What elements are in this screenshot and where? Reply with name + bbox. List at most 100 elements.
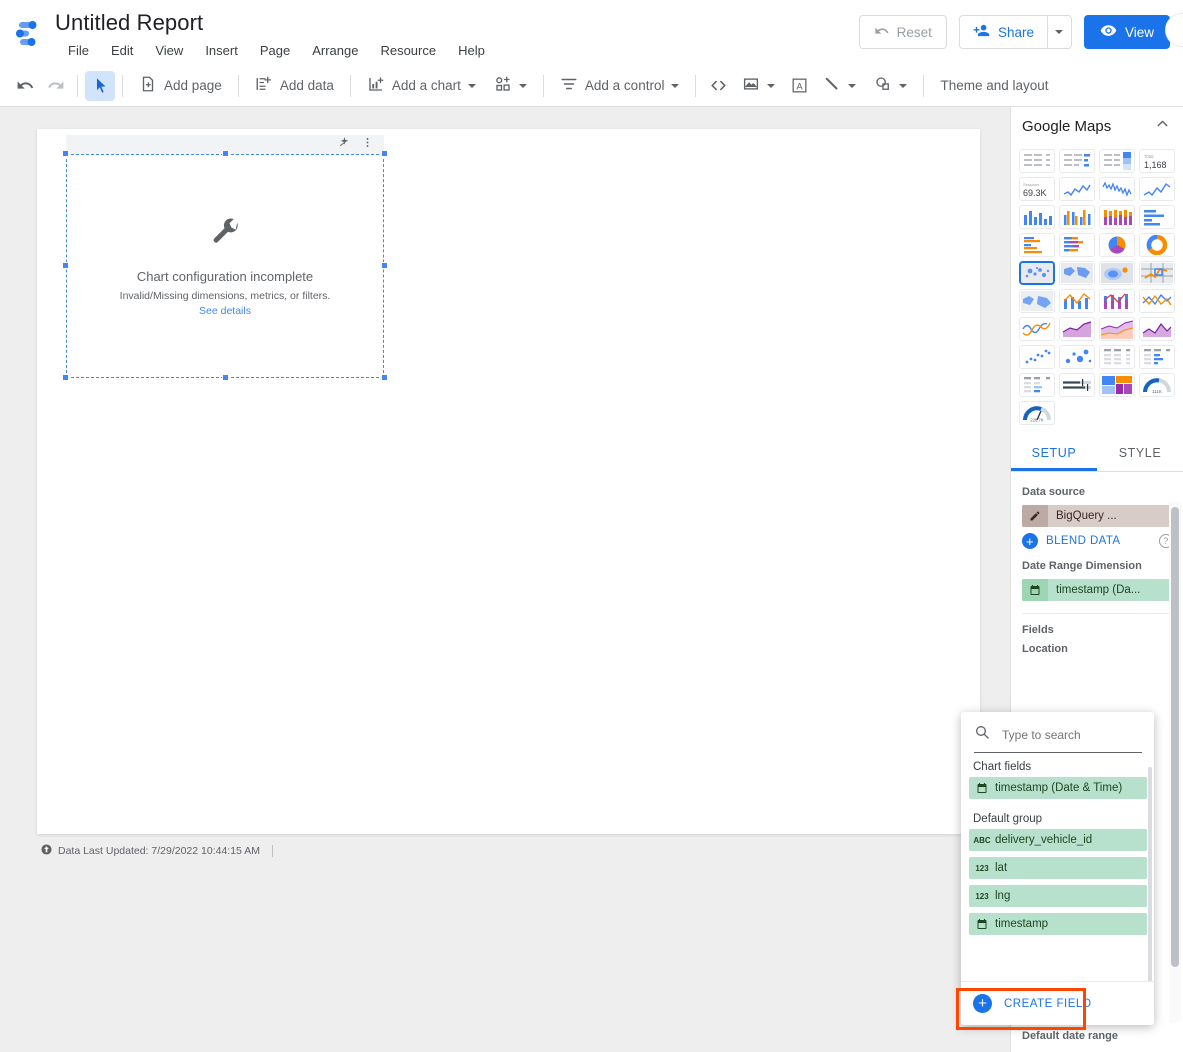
gallery-item-scatter-chart[interactable] xyxy=(1019,345,1055,369)
community-visualization-button[interactable] xyxy=(485,71,536,101)
menu-item-file[interactable]: File xyxy=(57,41,100,60)
gallery-item-scorecard-sessions[interactable]: Sessions 69.3K xyxy=(1019,177,1055,201)
gallery-item-google-maps-heatmap[interactable] xyxy=(1099,261,1135,285)
sparkle-wand-icon[interactable] xyxy=(338,136,351,154)
gallery-item-time-series-line[interactable] xyxy=(1059,177,1095,201)
create-field-button[interactable]: + CREATE FIELD xyxy=(961,981,1154,1025)
reset-button[interactable]: Reset xyxy=(858,15,947,49)
field-item-timestamp-date-time[interactable]: timestamp (Date & Time) xyxy=(969,777,1147,799)
resize-handle-s[interactable] xyxy=(222,374,229,381)
chart-type-panel-header[interactable]: Google Maps xyxy=(1011,107,1183,145)
gallery-item-bullet-chart[interactable] xyxy=(1059,373,1095,397)
undo-button[interactable] xyxy=(10,71,40,101)
theme-and-layout-button[interactable]: Theme and layout xyxy=(931,71,1057,101)
tab-style[interactable]: STYLE xyxy=(1097,435,1183,471)
share-dropdown-button[interactable] xyxy=(1046,16,1071,48)
chevron-up-icon[interactable] xyxy=(1154,115,1171,137)
gallery-item-stacked-area-chart[interactable] xyxy=(1099,317,1135,341)
date-range-dimension-chip[interactable]: timestamp (Da... xyxy=(1022,579,1173,601)
resize-handle-nw[interactable] xyxy=(62,150,69,157)
tab-setup[interactable]: SETUP xyxy=(1011,435,1097,471)
gallery-item-column-chart-grouped[interactable] xyxy=(1059,205,1095,229)
gallery-item-stacked-column-chart[interactable] xyxy=(1099,205,1135,229)
field-item-delivery-vehicle-id[interactable]: ABC delivery_vehicle_id xyxy=(969,829,1147,851)
gallery-item-sparkline[interactable] xyxy=(1139,177,1175,201)
gallery-item-table[interactable] xyxy=(1019,149,1055,173)
gallery-item-combo-stacked-chart[interactable] xyxy=(1099,289,1135,313)
share-button[interactable]: Share xyxy=(959,16,1047,48)
gallery-item-line-chart[interactable] xyxy=(1139,289,1175,313)
blend-data-button[interactable]: + BLEND DATA ? xyxy=(1022,533,1173,549)
resize-handle-se[interactable] xyxy=(381,374,388,381)
pencil-icon[interactable] xyxy=(1022,505,1048,527)
field-item-lat[interactable]: 123 lat xyxy=(969,857,1147,879)
gallery-item-stacked-bar-chart[interactable] xyxy=(1059,233,1095,257)
gallery-item-treemap[interactable] xyxy=(1099,373,1135,397)
menu-item-page[interactable]: Page xyxy=(249,41,301,60)
gallery-item-bar-chart[interactable] xyxy=(1139,205,1175,229)
menu-item-insert[interactable]: Insert xyxy=(194,41,249,60)
resize-handle-e[interactable] xyxy=(381,262,388,269)
resize-handle-w[interactable] xyxy=(62,262,69,269)
gallery-item-bubble-chart[interactable] xyxy=(1059,345,1095,369)
gallery-item-bubble-map[interactable] xyxy=(1019,261,1055,285)
field-search-input[interactable] xyxy=(1000,726,1130,743)
see-details-link[interactable]: See details xyxy=(199,305,251,317)
gallery-item-pivot-table[interactable] xyxy=(1099,345,1135,369)
gallery-item-area-chart[interactable] xyxy=(1059,317,1095,341)
gallery-item-pivot-table-bars[interactable] xyxy=(1139,345,1175,369)
insert-image-button[interactable] xyxy=(733,71,784,101)
more-vert-icon[interactable] xyxy=(361,136,374,154)
insert-shape-button[interactable] xyxy=(865,71,916,101)
gallery-item-filled-map[interactable] xyxy=(1059,261,1095,285)
report-page[interactable]: Chart configuration incomplete Invalid/M… xyxy=(37,129,980,834)
insert-line-button[interactable] xyxy=(814,71,865,101)
line-icon xyxy=(823,75,841,96)
insert-text-button[interactable]: A xyxy=(784,71,814,101)
gallery-item-time-series-multi[interactable] xyxy=(1099,177,1135,201)
gallery-item-gauge-22874[interactable]: 228.7K xyxy=(1019,401,1055,425)
add-page-button[interactable]: Add page xyxy=(130,71,231,101)
data-source-chip[interactable]: BigQuery ... xyxy=(1022,505,1173,527)
field-picker-popup[interactable]: Chart fields timestamp (Date & Time) Def… xyxy=(961,712,1154,1025)
gallery-item-smoothed-line-chart[interactable] xyxy=(1019,317,1055,341)
gallery-item-gauge-111k[interactable]: 111K xyxy=(1139,373,1175,397)
menu-item-arrange[interactable]: Arrange xyxy=(301,41,369,60)
resize-handle-ne[interactable] xyxy=(381,150,388,157)
resize-handle-n[interactable] xyxy=(222,150,229,157)
select-tool-button[interactable] xyxy=(85,70,115,101)
gallery-item-table-with-heatmap[interactable] xyxy=(1099,149,1135,173)
chart-widget[interactable]: Chart configuration incomplete Invalid/M… xyxy=(62,135,388,381)
field-item-timestamp[interactable]: timestamp xyxy=(969,913,1147,935)
picker-scrollbar-thumb[interactable] xyxy=(1148,767,1152,982)
gallery-item-area-chart-multi[interactable] xyxy=(1139,317,1175,341)
gallery-item-donut-chart[interactable] xyxy=(1139,233,1175,257)
gallery-item-combo-chart[interactable] xyxy=(1059,289,1095,313)
add-data-button[interactable]: Add data xyxy=(246,71,343,101)
gallery-item-table-with-bars[interactable] xyxy=(1059,149,1095,173)
gallery-item-column-chart[interactable] xyxy=(1019,205,1055,229)
gallery-item-google-maps-line[interactable] xyxy=(1139,261,1175,285)
reset-label: Reset xyxy=(896,24,932,40)
field-item-lng[interactable]: 123 lng xyxy=(969,885,1147,907)
report-canvas[interactable]: Chart configuration incomplete Invalid/M… xyxy=(0,107,1010,1052)
add-control-button[interactable]: Add a control xyxy=(551,71,689,101)
menu-item-help[interactable]: Help xyxy=(447,41,496,60)
gallery-item-pie-chart[interactable] xyxy=(1099,233,1135,257)
embed-code-button[interactable] xyxy=(703,71,733,101)
gallery-item-bar-chart-grouped[interactable] xyxy=(1019,233,1055,257)
menu-item-resource[interactable]: Resource xyxy=(369,41,447,60)
resize-handle-sw[interactable] xyxy=(62,374,69,381)
add-chart-button[interactable]: Add a chart xyxy=(358,71,485,101)
gallery-item-pivot-table-heatmap[interactable] xyxy=(1019,373,1055,397)
report-title[interactable]: Untitled Report xyxy=(55,10,203,36)
menu-item-view[interactable]: View xyxy=(144,41,194,60)
calendar-icon xyxy=(969,913,995,935)
gallery-item-scorecard-total[interactable]: Total 1,168 xyxy=(1139,149,1175,173)
gallery-item-google-maps-filled[interactable] xyxy=(1019,289,1055,313)
redo-button[interactable] xyxy=(40,71,70,101)
add-chart-label: Add a chart xyxy=(391,78,461,93)
menu-item-edit[interactable]: Edit xyxy=(100,41,144,60)
panel-scrollbar-thumb[interactable] xyxy=(1171,507,1179,967)
view-button[interactable]: View xyxy=(1083,15,1170,49)
